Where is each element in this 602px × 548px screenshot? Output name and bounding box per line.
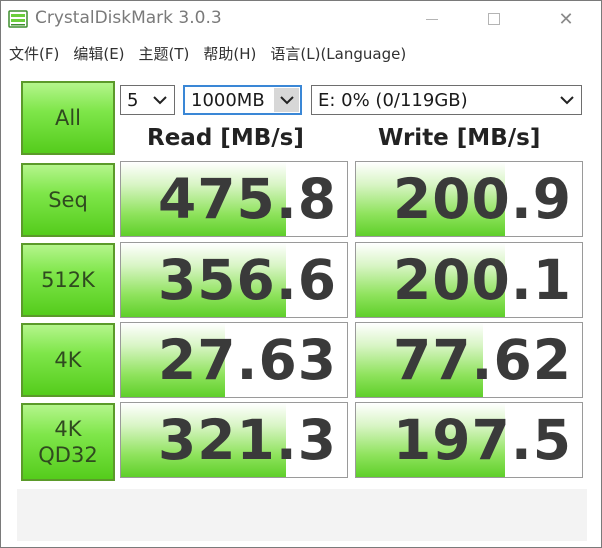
seq-button[interactable]: Seq — [21, 163, 115, 237]
result-value: 321.3 — [158, 408, 337, 472]
4k-read-result: 27.63 — [120, 322, 348, 398]
drive-select[interactable]: E: 0% (0/119GB) — [311, 85, 582, 115]
drive-value: E: 0% (0/119GB) — [318, 89, 468, 111]
chevron-down-icon — [555, 88, 579, 112]
menu-theme[interactable]: 主题(T) — [139, 43, 190, 64]
4k-qd32-write-result: 197.5 — [355, 402, 583, 478]
4k-qd32-button[interactable]: 4K QD32 — [21, 403, 115, 481]
result-value: 27.63 — [158, 328, 337, 392]
title-bar[interactable]: CrystalDiskMark 3.0.3 ✕ — [1, 1, 601, 37]
minimize-button[interactable] — [409, 1, 455, 37]
512k-read-result: 356.6 — [120, 242, 348, 318]
result-value: 200.9 — [393, 167, 572, 231]
seq-button-label: Seq — [48, 187, 88, 212]
result-value: 200.1 — [393, 248, 572, 312]
512k-button[interactable]: 512K — [21, 243, 115, 317]
chevron-down-icon — [274, 88, 299, 112]
window-title: CrystalDiskMark 3.0.3 — [35, 8, 222, 28]
close-icon: ✕ — [558, 8, 574, 30]
maximize-button[interactable] — [471, 1, 517, 37]
result-value: 77.62 — [393, 328, 572, 392]
test-runs-select[interactable]: 5 — [120, 85, 175, 115]
status-area — [17, 489, 587, 541]
seq-read-result: 475.8 — [120, 161, 348, 237]
test-size-value: 1000MB — [191, 89, 265, 111]
app-window: CrystalDiskMark 3.0.3 ✕ 文件(F) 编辑(E) 主题(T… — [0, 0, 602, 548]
all-button-label: All — [54, 105, 82, 130]
seq-write-result: 200.9 — [355, 161, 583, 237]
menu-language[interactable]: 语言(L)(Language) — [270, 43, 406, 64]
4k-button[interactable]: 4K — [21, 323, 115, 397]
menu-bar: 文件(F) 编辑(E) 主题(T) 帮助(H) 语言(L)(Language) — [1, 39, 601, 67]
4k-qd32-read-result: 321.3 — [120, 402, 348, 478]
chevron-down-icon — [148, 88, 172, 112]
test-size-select[interactable]: 1000MB — [183, 85, 302, 115]
menu-file[interactable]: 文件(F) — [9, 43, 59, 64]
maximize-icon — [488, 13, 500, 25]
read-column-header: Read [MB/s] — [147, 125, 304, 151]
close-button[interactable]: ✕ — [543, 1, 589, 37]
app-logo-icon — [8, 10, 28, 28]
4k-qd32-button-label-line2: QD32 — [38, 443, 98, 467]
test-runs-value: 5 — [127, 89, 139, 111]
menu-edit[interactable]: 编辑(E) — [73, 43, 124, 64]
result-value: 475.8 — [158, 167, 337, 231]
512k-button-label: 512K — [41, 267, 95, 292]
write-column-header: Write [MB/s] — [378, 125, 541, 151]
4k-write-result: 77.62 — [355, 322, 583, 398]
result-value: 197.5 — [393, 408, 572, 472]
result-value: 356.6 — [158, 248, 337, 312]
all-button[interactable]: All — [21, 81, 115, 155]
minimize-icon — [426, 18, 438, 20]
menu-help[interactable]: 帮助(H) — [203, 43, 256, 64]
4k-qd32-button-label-line1: 4K — [54, 416, 82, 441]
4k-button-label: 4K — [54, 347, 82, 372]
512k-write-result: 200.1 — [355, 242, 583, 318]
